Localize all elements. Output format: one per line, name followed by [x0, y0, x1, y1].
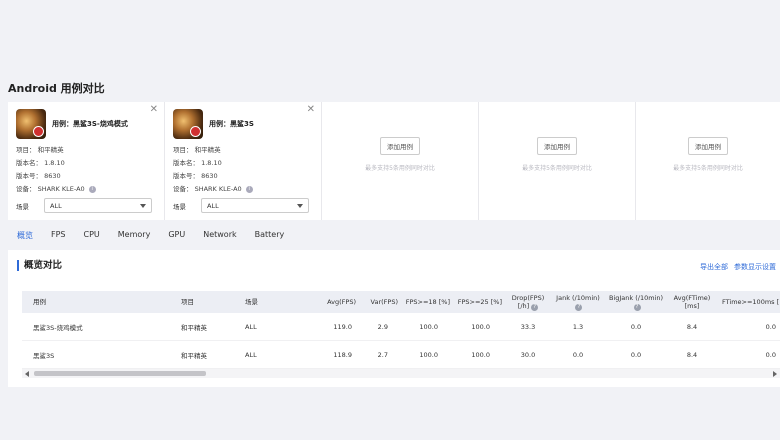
column-header: FPS>=18 [%] — [405, 298, 450, 306]
cell-scene: ALL — [245, 322, 257, 331]
add-case-button[interactable]: 添加用例 — [537, 136, 577, 155]
cell-case: 黑鲨3S — [33, 351, 55, 360]
add-case-button[interactable]: 添加用例 — [688, 136, 728, 155]
column-header-text: Drop(FPS) [/h] — [511, 293, 545, 310]
cell-drop: 30.0 — [520, 350, 536, 359]
cell-avg-ftime: 8.4 — [686, 322, 698, 331]
tab-overview[interactable]: 概览 — [17, 230, 33, 244]
case-version-name: 版本名： 1.8.10 — [16, 159, 65, 167]
column-header: 场景 — [245, 298, 258, 306]
cell-ftime-100: 0.0 — [765, 350, 776, 359]
tab-battery[interactable]: Battery — [255, 230, 285, 244]
cell-ftime-100: 0.0 — [765, 322, 776, 331]
case-card-1: ✕ 用例：黑鲨3S-烧鸡模式 项目： 和平精英 版本名： 1.8.10 版本号：… — [8, 102, 165, 220]
empty-case-slot: 添加用例 最多支持5条用例同时对比 — [636, 102, 780, 220]
tab-network[interactable]: Network — [203, 230, 236, 244]
cell-drop: 33.3 — [520, 322, 536, 331]
scene-select[interactable]: ALL — [44, 198, 152, 213]
tab-cpu[interactable]: CPU — [84, 230, 100, 244]
cell-var-fps: 2.9 — [377, 322, 388, 331]
tab-memory[interactable]: Memory — [118, 230, 151, 244]
add-case-hint: 最多支持5条用例同时对比 — [673, 164, 743, 172]
chevron-down-icon — [140, 203, 146, 208]
page-title: Android 用例对比 — [8, 82, 105, 95]
info-icon[interactable]: i — [88, 186, 96, 193]
cell-project: 和平精英 — [181, 351, 207, 360]
column-header: Avg(FPS) — [327, 298, 356, 306]
empty-case-slot: 添加用例 最多支持5条用例同时对比 — [479, 102, 636, 220]
case-version-code: 版本号： 8630 — [173, 172, 218, 180]
scene-select-value: ALL — [207, 201, 219, 210]
cell-avg-fps: 118.9 — [333, 350, 352, 359]
cell-fps-18: 100.0 — [419, 350, 438, 359]
scene-label: 场景 — [16, 202, 29, 211]
add-case-button[interactable]: 添加用例 — [380, 136, 420, 155]
cell-fps-18: 100.0 — [419, 322, 438, 331]
game-icon — [16, 109, 46, 139]
scene-label: 场景 — [173, 202, 186, 211]
empty-case-slot: 添加用例 最多支持5条用例同时对比 — [322, 102, 479, 220]
column-header: Var(FPS) — [370, 298, 398, 306]
column-header: FTime>=100ms [ — [722, 298, 780, 306]
cell-project: 和平精英 — [181, 323, 207, 332]
case-card-2: ✕ 用例：黑鲨3S 项目： 和平精英 版本名： 1.8.10 版本号： 8630… — [165, 102, 322, 220]
question-icon[interactable]: ? — [531, 303, 539, 311]
case-device: 设备： SHARK KLE-A0 — [173, 185, 242, 193]
scrollbar-thumb[interactable] — [34, 371, 206, 376]
question-icon[interactable]: ? — [575, 303, 583, 311]
column-header: 用例 — [33, 298, 46, 306]
case-device: 设备： SHARK KLE-A0 — [16, 185, 85, 193]
info-icon[interactable]: i — [245, 186, 253, 193]
column-header: Avg(FTime) [ms] — [673, 294, 711, 310]
metric-tabs: 概览 FPS CPU Memory GPU Network Battery — [17, 230, 302, 244]
horizontal-scrollbar[interactable] — [22, 369, 780, 378]
table-row: 黑鲨3S 和平精英 ALL 118.9 2.7 100.0 100.0 30.0… — [22, 341, 780, 369]
export-all-link[interactable]: 导出全部 — [700, 262, 728, 272]
close-icon[interactable]: ✕ — [307, 105, 315, 115]
case-version-name: 版本名： 1.8.10 — [173, 159, 222, 167]
overview-title: 概览对比 — [17, 260, 62, 271]
cell-scene: ALL — [245, 350, 257, 359]
add-case-hint: 最多支持5条用例同时对比 — [522, 164, 592, 172]
column-header: BigJank (/10min)? — [606, 291, 666, 313]
scene-select-value: ALL — [50, 201, 62, 210]
tab-fps[interactable]: FPS — [51, 230, 66, 244]
cell-var-fps: 2.7 — [377, 350, 388, 359]
chevron-down-icon — [297, 203, 303, 208]
scroll-right-icon[interactable] — [773, 371, 777, 377]
scene-select[interactable]: ALL — [201, 198, 309, 213]
column-header-text: BigJank (/10min) — [608, 293, 664, 302]
case-version-code: 版本号： 8630 — [16, 172, 61, 180]
cell-fps-25: 100.0 — [471, 350, 490, 359]
cell-avg-ftime: 8.4 — [686, 350, 698, 359]
table-row: 黑鲨3S-烧鸡模式 和平精英 ALL 119.0 2.9 100.0 100.0… — [22, 313, 780, 341]
cell-fps-25: 100.0 — [471, 322, 490, 331]
case-cards: ✕ 用例：黑鲨3S-烧鸡模式 项目： 和平精英 版本名： 1.8.10 版本号：… — [8, 102, 780, 220]
table-header: 用例 项目 场景 Avg(FPS) Var(FPS) FPS>=18 [%] F… — [22, 291, 780, 313]
close-icon[interactable]: ✕ — [150, 105, 158, 115]
add-case-hint: 最多支持5条用例同时对比 — [365, 164, 435, 172]
scroll-left-icon[interactable] — [25, 371, 29, 377]
column-header: Drop(FPS) [/h]? — [506, 291, 550, 313]
cell-bigjank: 0.0 — [630, 322, 642, 331]
tab-gpu[interactable]: GPU — [168, 230, 185, 244]
case-name: 用例：黑鲨3S — [209, 120, 254, 128]
column-header: 项目 — [181, 298, 194, 306]
column-header-text: Jank (/10min) — [556, 293, 600, 302]
overview-table: 用例 项目 场景 Avg(FPS) Var(FPS) FPS>=18 [%] F… — [22, 291, 780, 369]
cell-case: 黑鲨3S-烧鸡模式 — [33, 323, 83, 332]
column-header: FPS>=25 [%] — [457, 298, 502, 306]
overview-panel: 概览对比 导出全部 参数显示设置 用例 项目 场景 Avg(FPS) Var(F… — [8, 250, 780, 387]
cell-bigjank: 0.0 — [630, 350, 642, 359]
cell-avg-fps: 119.0 — [333, 322, 352, 331]
param-settings-link[interactable]: 参数显示设置 — [734, 262, 776, 272]
column-header: Jank (/10min)? — [550, 291, 606, 313]
case-name: 用例：黑鲨3S-烧鸡模式 — [52, 120, 128, 128]
question-icon[interactable]: ? — [633, 303, 641, 311]
case-project: 项目： 和平精英 — [16, 146, 64, 154]
case-project: 项目： 和平精英 — [173, 146, 221, 154]
cell-jank: 1.3 — [572, 322, 584, 331]
cell-jank: 0.0 — [572, 350, 584, 359]
game-icon — [173, 109, 203, 139]
